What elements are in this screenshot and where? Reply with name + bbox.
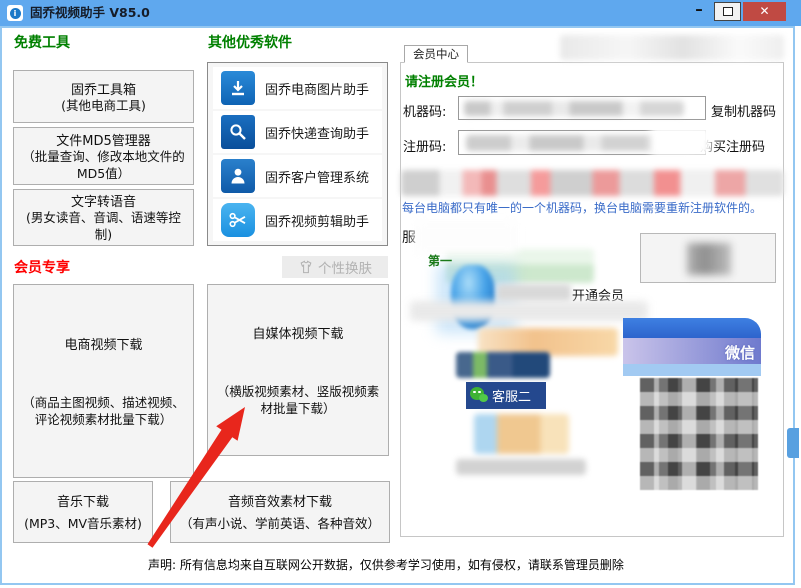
maximize-icon — [723, 7, 733, 16]
md5-subtitle: （批量查询、修改本地文件的MD5值） — [22, 148, 185, 181]
music-download-subtitle: (MP3、MV音乐素材) — [24, 516, 142, 532]
censored-patch — [456, 459, 586, 475]
music-download-title: 音乐下载 — [56, 495, 109, 511]
heading-free-tools: 免费工具 — [14, 35, 70, 51]
censored-patch — [410, 301, 648, 321]
banner-wechat-label: 微信 — [724, 344, 755, 362]
audio-sfx-title: 音频音效素材下载 — [227, 495, 332, 511]
wechat-icon — [470, 386, 488, 405]
media-video-download-button[interactable]: 自媒体视频下载 （横版视频素材、竖版视频素材批量下载） — [207, 284, 389, 456]
banner-mid: 微信 — [623, 338, 761, 364]
audio-sfx-download-button[interactable]: 音频音效素材下载 （有声小说、学前英语、各种音效） — [170, 481, 390, 543]
software-item-image-helper[interactable]: 固乔电商图片助手 — [213, 67, 382, 109]
media-video-title: 自媒体视频下载 — [252, 326, 344, 342]
ecommerce-video-subtitle: （商品主图视频、描述视频、评论视频素材批量下载） — [22, 394, 185, 427]
minimize-button[interactable]: – — [686, 0, 712, 21]
censored-patch — [650, 126, 712, 156]
wechat-service-badge: 客服二 — [466, 382, 546, 409]
toolbox-button[interactable]: 固乔工具箱 (其他电商工具) — [13, 70, 194, 123]
software-item-express-helper[interactable]: 固乔快递查询助手 — [213, 111, 382, 153]
reg-code-label: 注册码: — [403, 140, 447, 155]
censored-machine-code — [464, 101, 684, 116]
music-download-button[interactable]: 音乐下载 (MP3、MV音乐素材) — [13, 481, 153, 543]
tier-label: 第一 — [428, 254, 453, 268]
qr-code — [640, 378, 758, 490]
censored-top-blur — [560, 35, 784, 60]
copy-machine-code-button[interactable]: 复制机器码 — [711, 101, 776, 120]
software-item-label: 固乔视频剪辑助手 — [265, 214, 370, 230]
censored-patch — [456, 352, 550, 378]
side-panel-handle[interactable] — [787, 428, 799, 458]
censored-gray-button[interactable] — [640, 233, 776, 283]
media-video-subtitle: （横版视频素材、竖版视频素材批量下载） — [216, 383, 380, 416]
tab-member-center[interactable]: 会员中心 — [404, 45, 468, 63]
censored-patch — [687, 243, 731, 275]
shirt-icon — [300, 260, 312, 274]
close-button[interactable]: ✕ — [743, 2, 786, 21]
express-search-icon — [221, 115, 255, 149]
unique-machine-note: 每台电脑都只有唯一的一个机器码，换台电脑需要重新注册软件的。 — [402, 201, 763, 215]
censored-service-info — [414, 221, 518, 254]
wechat-badge-label: 客服二 — [492, 390, 532, 405]
user-icon — [221, 159, 255, 193]
software-item-label: 固乔快递查询助手 — [265, 126, 370, 142]
audio-sfx-subtitle: （有声小说、学前英语、各种音效） — [179, 516, 380, 532]
window-title: 固乔视频助手 V85.0 — [30, 5, 150, 20]
other-software-panel: 固乔电商图片助手 固乔快递查询助手 固乔客户管理系统 固乔视频剪辑助手 — [207, 62, 388, 246]
censored-warning-row — [401, 170, 784, 196]
md5-title: 文件MD5管理器 — [56, 133, 151, 149]
skin-change-button[interactable]: 个性换肤 — [282, 256, 388, 278]
toolbox-title: 固乔工具箱 — [70, 82, 136, 98]
tts-title: 文字转语音 — [70, 195, 136, 211]
toolbox-subtitle: (其他电商工具) — [61, 97, 146, 113]
ecommerce-video-title: 电商视频下载 — [64, 337, 143, 353]
md5-manager-button[interactable]: 文件MD5管理器 （批量查询、修改本地文件的MD5值） — [13, 127, 194, 185]
download-icon — [221, 71, 255, 105]
titlebar: i 固乔视频助手 V85.0 – ✕ — [0, 0, 801, 26]
scissors-icon — [221, 203, 255, 237]
maximize-button[interactable] — [714, 2, 741, 21]
app-window: i 固乔视频助手 V85.0 – ✕ 免费工具 其他优秀软件 会员专享 固乔工具… — [0, 0, 801, 588]
machine-code-label: 机器码: — [403, 105, 447, 120]
skin-change-label: 个性换肤 — [318, 261, 372, 277]
censored-patch — [497, 284, 571, 302]
software-item-label: 固乔电商图片助手 — [265, 82, 370, 98]
heading-vip-only: 会员专享 — [14, 260, 70, 276]
app-icon: i — [7, 5, 23, 21]
software-item-label: 固乔客户管理系统 — [265, 170, 370, 186]
register-prompt: 请注册会员！ — [405, 75, 484, 90]
wechat-banner: 微信 — [623, 318, 761, 378]
ecommerce-video-download-button[interactable]: 电商视频下载 （商品主图视频、描述视频、评论视频素材批量下载） — [13, 284, 194, 478]
heading-other-software: 其他优秀软件 — [208, 35, 292, 51]
tts-button[interactable]: 文字转语音 (男女读音、音调、语速等控制) — [13, 189, 194, 246]
tts-subtitle: (男女读音、音调、语速等控制) — [26, 210, 181, 242]
software-item-crm[interactable]: 固乔客户管理系统 — [213, 155, 382, 197]
software-item-video-editor[interactable]: 固乔视频剪辑助手 — [213, 199, 382, 241]
banner-bottom — [623, 364, 761, 376]
disclaimer-statement: 声明: 所有信息均来自互联网公开数据，仅供参考学习使用，如有侵权，请联系管理员删… — [148, 558, 624, 572]
censored-patch — [474, 414, 569, 454]
